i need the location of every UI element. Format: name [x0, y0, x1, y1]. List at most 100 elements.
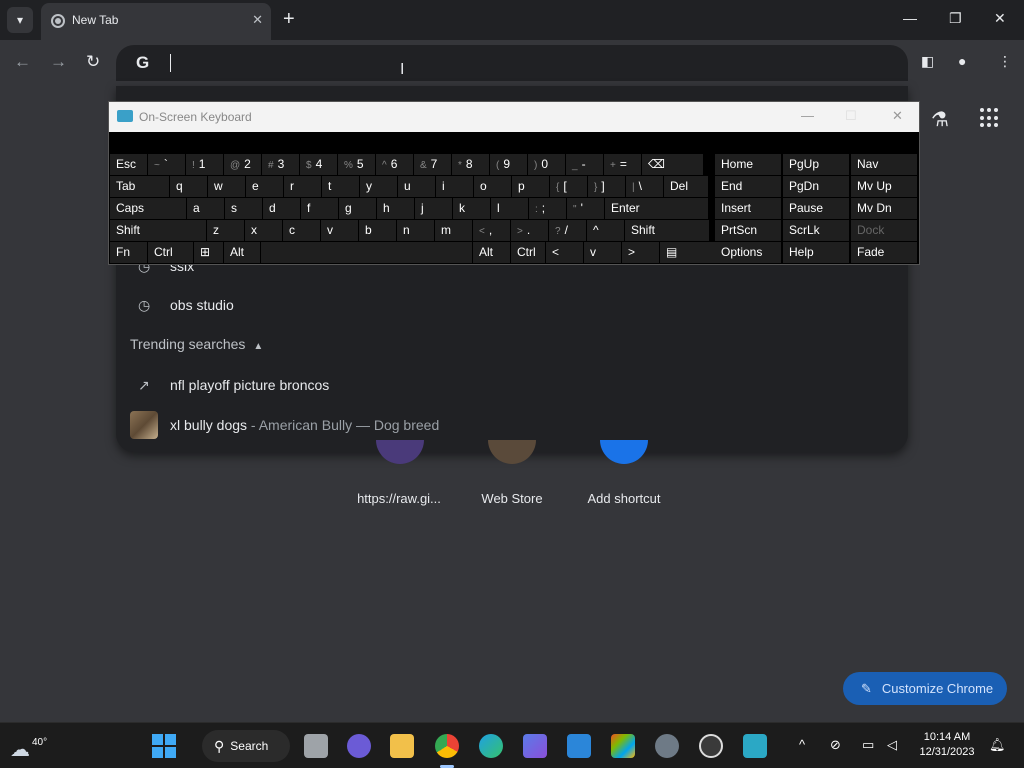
osk-key[interactable]: Nav — [851, 154, 917, 175]
start-windows-icon[interactable] — [152, 734, 176, 758]
osk-key[interactable]: f — [301, 198, 338, 219]
osk-key[interactable]: $4 — [300, 154, 337, 175]
mail-icon[interactable] — [567, 734, 591, 758]
osk-key[interactable]: PgUp — [783, 154, 849, 175]
osk-key[interactable]: Ctrl — [148, 242, 193, 263]
tab-search-button[interactable]: ▾ — [7, 7, 33, 33]
osk-key[interactable]: + = — [604, 154, 641, 175]
obs-icon[interactable] — [699, 734, 723, 758]
osk-maximize-icon[interactable]: ☐ — [845, 108, 857, 124]
notification-bell-icon[interactable]: 🔔︎ — [989, 737, 1006, 753]
osk-key[interactable]: {[ — [550, 176, 587, 197]
osk-key[interactable]: Ctrl — [511, 242, 545, 263]
osk-close-icon[interactable]: ✕ — [892, 108, 903, 124]
osk-key[interactable]: PgDn — [783, 176, 849, 197]
osk-titlebar[interactable]: On-Screen Keyboard — ☐ ✕ — [109, 102, 919, 132]
osk-key[interactable]: ⌫ — [642, 154, 703, 175]
osk-key[interactable]: z — [207, 220, 244, 241]
osk-key[interactable]: Mv Dn — [851, 198, 917, 219]
osk-key[interactable]: @2 — [224, 154, 261, 175]
window-close-icon[interactable]: ✕ — [994, 10, 1006, 27]
osk-key[interactable]: PrtScn — [715, 220, 781, 241]
osk-key[interactable]: % 5 — [338, 154, 375, 175]
osk-key[interactable]: e — [246, 176, 283, 197]
osk-key[interactable]: | \ — [626, 176, 663, 197]
osk-key[interactable]: Shift — [110, 220, 206, 241]
shortcut-label[interactable]: Add shortcut — [564, 491, 684, 506]
osk-key[interactable]: b — [359, 220, 396, 241]
shortcut-label[interactable]: Web Store — [452, 491, 572, 506]
osk-key[interactable]: l — [491, 198, 528, 219]
osk-key[interactable]: Dock — [851, 220, 917, 241]
osk-key[interactable]: s — [225, 198, 262, 219]
osk-key[interactable]: n — [397, 220, 434, 241]
osk-key[interactable]: j — [415, 198, 452, 219]
new-tab-button[interactable]: + — [283, 8, 295, 30]
osk-key[interactable]: Del — [664, 176, 708, 197]
osk-taskbar-icon[interactable] — [743, 734, 767, 758]
tab-new-tab[interactable]: New Tab ✕ — [41, 3, 271, 40]
osk-key[interactable]: o — [474, 176, 511, 197]
osk-key[interactable]: ⊞ — [194, 242, 223, 263]
speaker-mute-icon[interactable]: ◁ — [887, 737, 897, 753]
file-explorer-icon[interactable] — [390, 734, 414, 758]
osk-key[interactable]: :; — [529, 198, 566, 219]
osk-key[interactable]: ) 0 — [528, 154, 565, 175]
osk-key[interactable]: _ - — [566, 154, 603, 175]
back-arrow-icon[interactable]: ← — [14, 52, 31, 72]
labs-flask-icon[interactable]: ⚗ — [931, 107, 949, 132]
osk-key[interactable]: Shift — [625, 220, 709, 241]
osk-key[interactable]: ScrLk — [783, 220, 849, 241]
osk-key[interactable]: t — [322, 176, 359, 197]
osk-key[interactable]: Alt — [473, 242, 510, 263]
osk-key[interactable]: (9 — [490, 154, 527, 175]
forward-arrow-icon[interactable]: → — [50, 52, 67, 72]
osk-key[interactable]: p — [512, 176, 549, 197]
osk-key[interactable]: Insert — [715, 198, 781, 219]
suggestion-history[interactable]: ◷ obs studio — [116, 287, 908, 323]
osk-key[interactable]: g — [339, 198, 376, 219]
minimize-icon[interactable]: — — [903, 10, 917, 26]
osk-key[interactable]: c — [283, 220, 320, 241]
side-panel-icon[interactable]: ◧ — [921, 53, 934, 70]
osk-key[interactable]: Fade — [851, 242, 917, 263]
osk-key[interactable] — [261, 242, 472, 263]
weather-widget[interactable]: ☁ 40° — [10, 731, 47, 761]
google-apps-icon[interactable] — [980, 108, 1000, 128]
display-icon[interactable]: ▭ — [862, 737, 874, 753]
osk-key[interactable]: ^ — [587, 220, 624, 241]
osk-key[interactable]: m — [435, 220, 472, 241]
osk-key[interactable]: q — [170, 176, 207, 197]
osk-key[interactable]: v — [321, 220, 358, 241]
osk-key[interactable]: Esc — [110, 154, 147, 175]
osk-key[interactable]: i — [436, 176, 473, 197]
osk-key[interactable]: Help — [783, 242, 849, 263]
osk-key[interactable]: > — [622, 242, 659, 263]
shortcut-tile-raw[interactable] — [376, 440, 424, 464]
osk-key[interactable]: Alt — [224, 242, 260, 263]
close-tab-icon[interactable]: ✕ — [252, 12, 263, 28]
settings-gear-icon[interactable] — [655, 734, 679, 758]
network-off-icon[interactable]: ⊘ — [830, 737, 841, 753]
osk-key[interactable]: Home — [715, 154, 781, 175]
visual-studio-icon[interactable] — [523, 734, 547, 758]
shortcut-tile-add[interactable] — [600, 440, 648, 464]
edge-icon[interactable] — [479, 734, 503, 758]
osk-key[interactable]: x — [245, 220, 282, 241]
osk-key[interactable]: w — [208, 176, 245, 197]
osk-key[interactable]: ? / — [549, 220, 586, 241]
osk-key[interactable]: k — [453, 198, 490, 219]
osk-key[interactable]: ^ 6 — [376, 154, 413, 175]
trending-header[interactable]: Trending searches ▲ — [130, 336, 263, 352]
osk-key[interactable]: v — [584, 242, 621, 263]
trending-item[interactable]: xl bully dogs - American Bully — Dog bre… — [116, 407, 908, 443]
microsoft-store-icon[interactable] — [611, 734, 635, 758]
osk-key[interactable]: Caps — [110, 198, 186, 219]
osk-key[interactable]: " ' — [567, 198, 604, 219]
chevron-up-icon[interactable]: ^ — [799, 737, 805, 752]
osk-key[interactable]: }] — [588, 176, 625, 197]
osk-key[interactable]: * 8 — [452, 154, 489, 175]
osk-key[interactable]: #3 — [262, 154, 299, 175]
osk-key[interactable]: y — [360, 176, 397, 197]
osk-key[interactable]: >. — [511, 220, 548, 241]
